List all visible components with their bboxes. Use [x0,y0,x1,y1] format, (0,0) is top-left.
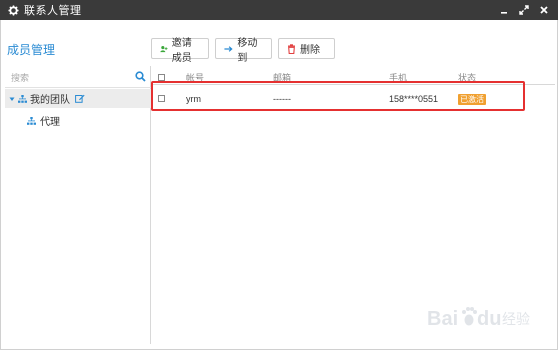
tree-node-my-team[interactable]: 我的团队 [5,89,151,108]
cell-account: yrm [186,94,201,104]
status-badge: 已激活 [458,94,486,105]
delete-label: 删除 [300,45,320,56]
page-title: 成员管理 [7,43,56,57]
column-header-phone: 手机 [389,73,408,83]
column-header-email: 邮箱 [273,73,292,83]
window-title: 联系人管理 [24,5,82,17]
table-header: 帐号 邮箱 手机 状态 [151,69,555,85]
expand-icon [519,5,529,15]
baidu-watermark-logo: Bai du 经验 [427,298,537,338]
row-checkbox[interactable] [158,95,165,102]
cell-email: ------ [273,94,291,104]
close-button[interactable] [534,0,554,20]
gear-icon [5,2,21,18]
toolbar: 邀请成员 移动到 删除 [151,38,335,64]
trash-icon [288,43,295,54]
move-to-button[interactable]: 移动到 [215,38,272,64]
window-controls [494,0,554,20]
svg-text:Bai: Bai [427,308,458,330]
delete-button[interactable]: 删除 [278,38,335,59]
arrow-right-icon [224,45,233,52]
maximize-button[interactable] [514,0,534,20]
select-all-checkbox[interactable] [158,74,165,81]
minimize-button[interactable] [494,0,514,20]
add-user-icon [160,45,168,52]
org-chart-icon [18,94,27,103]
invite-member-button[interactable]: 邀请成员 [151,38,209,64]
move-to-label: 移动到 [237,37,258,64]
table-row[interactable]: yrm ------ 158****0551 已激活 [151,90,555,110]
team-tree-panel: 我的团队 代理 [5,66,151,344]
edit-icon[interactable] [75,94,85,103]
search-bar [5,68,151,88]
org-chart-icon [27,116,36,125]
column-header-status: 状态 [458,73,477,83]
tree-node-label: 代理 [40,117,60,128]
svg-text:du: du [477,308,501,330]
search-input[interactable] [11,72,133,83]
search-icon[interactable] [135,71,146,85]
column-header-account: 帐号 [186,73,205,83]
close-icon [540,6,548,14]
tree-node-label: 我的团队 [30,95,70,106]
invite-member-label: 邀请成员 [171,37,192,64]
svg-text:经验: 经验 [502,312,530,328]
cell-phone: 158****0551 [389,94,439,104]
window-titlebar: 联系人管理 [0,0,558,20]
tree-node-agent[interactable]: 代理 [27,113,60,128]
caret-down-icon[interactable] [9,96,15,102]
